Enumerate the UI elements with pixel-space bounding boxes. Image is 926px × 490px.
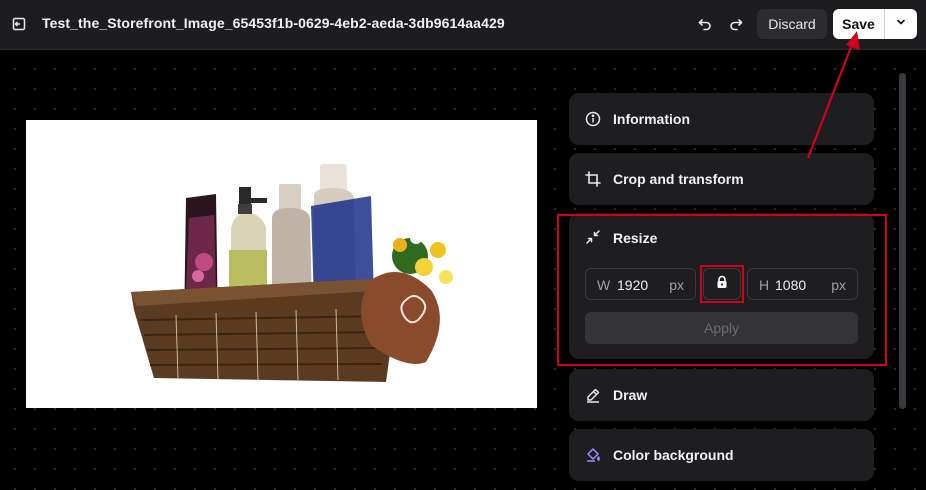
draw-row: Draw <box>585 369 647 421</box>
color-background-label: Color background <box>613 447 734 463</box>
color-background-section[interactable]: Color background <box>569 429 874 481</box>
crop-transform-section[interactable]: Crop and transform <box>569 153 874 205</box>
top-bar: Test_the_Storefront_Image_65453f1b-0629-… <box>0 0 926 50</box>
draw-section[interactable]: Draw <box>569 369 874 421</box>
information-row: Information <box>585 93 690 145</box>
save-options-button[interactable] <box>885 9 917 39</box>
discard-button[interactable]: Discard <box>757 9 827 39</box>
redo-icon[interactable] <box>725 13 747 35</box>
page-title: Test_the_Storefront_Image_65453f1b-0629-… <box>42 15 505 31</box>
crop-icon <box>585 171 601 187</box>
crop-row: Crop and transform <box>585 153 744 205</box>
panel-scrollbar[interactable] <box>899 73 906 409</box>
chevron-down-icon <box>895 15 907 33</box>
product-image[interactable] <box>26 120 537 408</box>
exit-icon[interactable] <box>8 13 30 35</box>
undo-icon[interactable] <box>694 13 716 35</box>
info-icon <box>585 111 601 127</box>
information-section[interactable]: Information <box>569 93 874 145</box>
save-button[interactable]: Save <box>833 9 885 39</box>
lock-highlight-box <box>700 265 744 303</box>
basket-illustration <box>131 164 453 382</box>
information-label: Information <box>613 111 690 127</box>
paint-bucket-icon <box>585 447 601 463</box>
color-background-row: Color background <box>585 429 734 481</box>
draw-label: Draw <box>613 387 648 403</box>
crop-label: Crop and transform <box>613 171 744 187</box>
save-button-group: Save <box>833 9 917 39</box>
pen-icon <box>585 387 601 403</box>
